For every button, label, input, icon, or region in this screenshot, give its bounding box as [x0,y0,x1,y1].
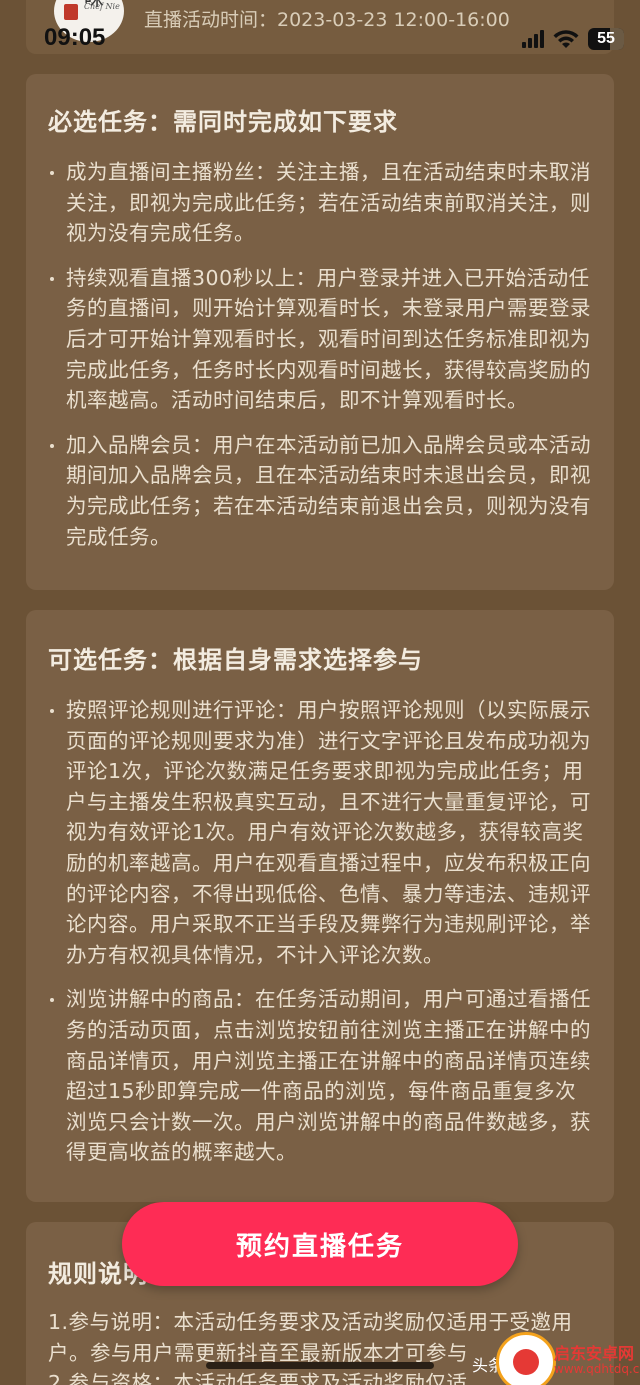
status-time: 09:05 [44,24,106,51]
optional-tasks-title: 可选任务：根据自身需求选择参与 [48,646,423,674]
list-item: 持续观看直播300秒以上：用户登录并进入已开始活动任务的直播间，则开始计算观看时… [48,263,592,416]
watermark-logo-icon [496,1332,556,1385]
required-tasks-title: 必选任务：需同时完成如下要求 [48,108,398,136]
status-icons: 55 [522,26,624,52]
list-item: 成为直播间主播粉丝：关注主播，且在活动结束时未取消关注，即视为完成此任务；若在活… [48,157,592,249]
list-item: 加入品牌会员：用户在本活动前已加入品牌会员或本活动期间加入品牌会员，且在本活动结… [48,430,592,552]
live-time: 直播活动时间：2023-03-23 12:00-16:00 [144,9,510,31]
logo-text: Chef Nie [84,2,120,11]
required-tasks-card: 必选任务：需同时完成如下要求 成为直播间主播粉丝：关注主播，且在活动结束时未取消… [26,74,614,590]
optional-tasks-card: 可选任务：根据自身需求选择参与 按照评论规则进行评论：用户按照评论规则（以实际展… [26,610,614,1202]
battery-level: 55 [597,30,615,47]
watermark-url: www.qdhtdq.com [554,1362,640,1376]
list-item: 按照评论规则进行评论：用户按照评论规则（以实际展示页面的评论规则要求为准）进行文… [48,695,592,970]
cellular-signal-icon [522,30,544,48]
list-item: 浏览讲解中的商品：在任务活动期间，用户可通过看播任务的活动页面，点击浏览按钮前往… [48,984,592,1168]
battery-icon: 55 [588,28,624,50]
logo-seal-icon [64,4,78,20]
reserve-live-task-button[interactable]: 预约直播任务 [122,1202,518,1286]
home-indicator [206,1362,434,1369]
watermark-site: 启东安卓网 [554,1344,635,1363]
wifi-icon [553,30,579,48]
